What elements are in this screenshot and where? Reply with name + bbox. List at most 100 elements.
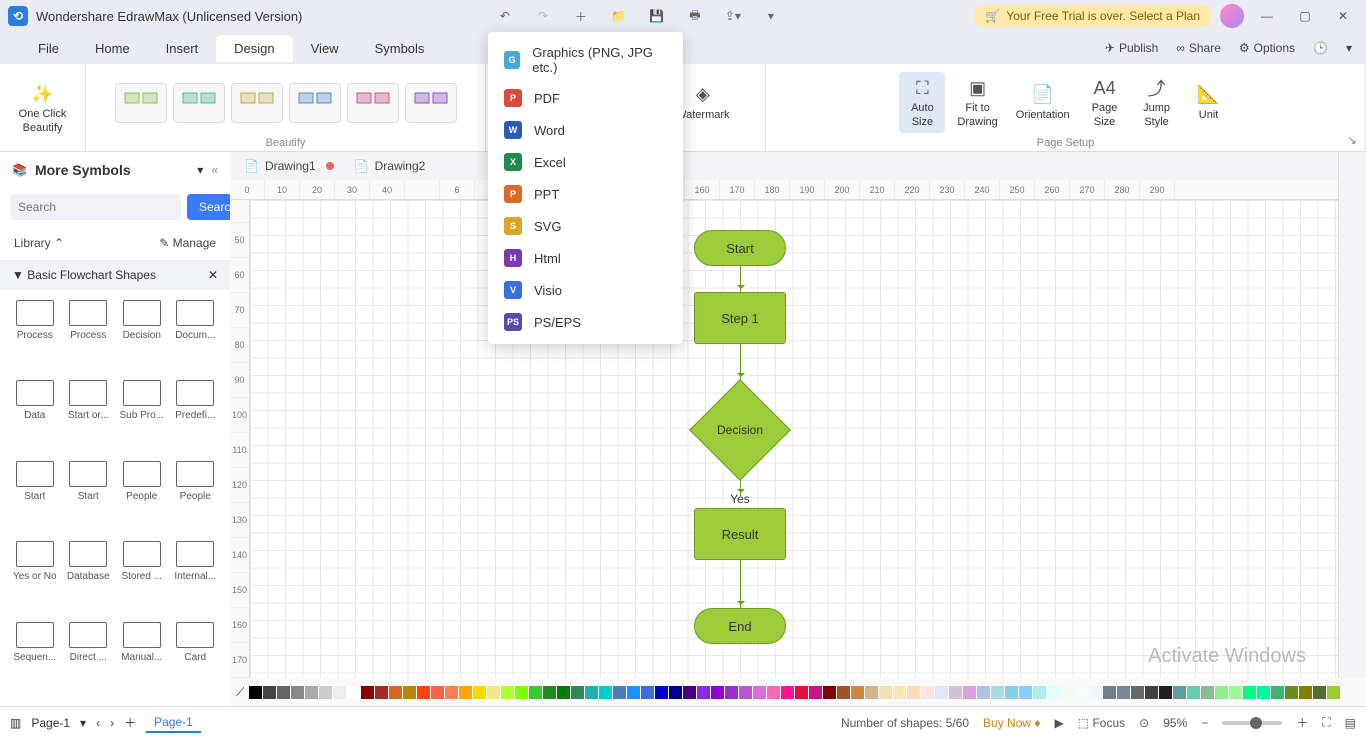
redo-icon[interactable]: ↷ [532,5,554,27]
color-swatch[interactable] [291,686,304,699]
color-swatch[interactable] [1145,686,1158,699]
color-swatch[interactable] [823,686,836,699]
theme-tile[interactable] [173,83,225,123]
color-swatch[interactable] [1075,686,1088,699]
end-node[interactable]: End [694,608,786,644]
pages-icon[interactable]: ▥ [10,716,21,730]
menu-file[interactable]: File [20,35,77,62]
chevron-down-icon[interactable]: ▾ [80,716,86,730]
shape-item[interactable]: Sub Pro... [117,380,167,454]
presentation-icon[interactable]: ▶ [1055,716,1064,730]
undo-icon[interactable]: ↶ [494,5,516,27]
color-swatch[interactable] [949,686,962,699]
color-swatch[interactable] [1117,686,1130,699]
color-swatch[interactable] [963,686,976,699]
color-swatch[interactable] [263,686,276,699]
color-swatch[interactable] [1019,686,1032,699]
sidebar-title[interactable]: More Symbols [35,162,189,178]
theme-tile[interactable] [289,83,341,123]
eyedropper-icon[interactable]: ⟋ [236,685,244,700]
library-link[interactable]: Library ⌃ [14,236,64,250]
prev-page-icon[interactable]: ‹ [96,716,100,730]
color-swatch[interactable] [921,686,934,699]
color-swatch[interactable] [571,686,584,699]
buy-now-link[interactable]: Buy Now ♦ [983,716,1041,730]
menu-symbols[interactable]: Symbols [357,35,443,62]
shape-item[interactable]: Process [64,300,114,374]
theme-tile[interactable] [405,83,457,123]
right-panel-collapsed[interactable] [1338,152,1366,678]
close-icon[interactable]: ✕ [1328,1,1358,31]
panel-toggle-icon[interactable]: ▤ [1345,716,1356,730]
color-swatch[interactable] [417,686,430,699]
color-swatch[interactable] [655,686,668,699]
shape-item[interactable]: Sequen... [10,622,60,696]
collapse-icon[interactable]: « [211,163,218,177]
color-swatch[interactable] [865,686,878,699]
shape-item[interactable]: Docum... [171,300,221,374]
color-swatch[interactable] [795,686,808,699]
page-size-button[interactable]: A4Page Size [1082,72,1128,132]
connector[interactable] [740,560,741,608]
color-swatch[interactable] [711,686,724,699]
shape-item[interactable]: Start or... [64,380,114,454]
color-swatch[interactable] [809,686,822,699]
export-item[interactable]: PPDF [488,82,683,114]
color-swatch[interactable] [893,686,906,699]
color-swatch[interactable] [1271,686,1284,699]
color-swatch[interactable] [543,686,556,699]
color-swatch[interactable] [459,686,472,699]
menu-view[interactable]: View [293,35,357,62]
menu-insert[interactable]: Insert [148,35,217,62]
color-swatch[interactable] [347,686,360,699]
color-swatch[interactable] [249,686,262,699]
export-item[interactable]: HHtml [488,242,683,274]
export-icon[interactable]: ⇪▾ [722,5,744,27]
dialog-launcher-icon[interactable]: ↘ [1347,133,1361,147]
color-swatch[interactable] [1047,686,1060,699]
color-swatch[interactable] [1327,686,1340,699]
decision-node[interactable]: Decision [690,380,790,480]
new-icon[interactable]: ＋ [570,5,592,27]
share-button[interactable]: ∞Share [1176,41,1221,55]
color-swatch[interactable] [1215,686,1228,699]
color-swatch[interactable] [277,686,290,699]
fit-drawing-button[interactable]: ▣Fit to Drawing [951,72,1003,132]
color-swatch[interactable] [473,686,486,699]
shape-item[interactable]: Start [64,461,114,535]
export-item[interactable]: GGraphics (PNG, JPG etc.) [488,38,683,82]
color-swatch[interactable] [991,686,1004,699]
zoom-out-icon[interactable]: − [1201,716,1208,730]
zoom-slider[interactable] [1222,721,1282,725]
color-swatch[interactable] [627,686,640,699]
shape-group-header[interactable]: ▼ Basic Flowchart Shapes ✕ [0,260,230,290]
shape-item[interactable]: People [117,461,167,535]
zoom-in-icon[interactable]: ＋ [1296,714,1308,731]
color-swatch[interactable] [837,686,850,699]
export-item[interactable]: VVisio [488,274,683,306]
more-icon[interactable]: ▾ [760,5,782,27]
step-node[interactable]: Step 1 [694,292,786,344]
canvas[interactable]: Start Step 1 Decision Yes Result End [250,200,1338,678]
result-node[interactable]: Result [694,508,786,560]
open-icon[interactable]: 📁 [608,5,630,27]
color-swatch[interactable] [781,686,794,699]
print-icon[interactable]: 🖶 [684,5,706,27]
shape-item[interactable]: Predefi... [171,380,221,454]
color-swatch[interactable] [375,686,388,699]
shape-item[interactable]: Direct ... [64,622,114,696]
page-tab[interactable]: Page-1 [146,713,201,733]
maximize-icon[interactable]: ▢ [1290,1,1320,31]
shape-item[interactable]: Internal... [171,541,221,615]
color-swatch[interactable] [1201,686,1214,699]
export-item[interactable]: SSVG [488,210,683,242]
options-button[interactable]: ⚙Options [1239,41,1295,55]
add-page-icon[interactable]: ＋ [124,714,136,731]
auto-size-button[interactable]: ⛶Auto Size [899,72,945,132]
notification-icon[interactable]: 🕒 [1313,41,1328,55]
color-swatch[interactable] [431,686,444,699]
jump-style-button[interactable]: ⤴Jump Style [1134,72,1180,132]
shape-item[interactable]: People [171,461,221,535]
unit-button[interactable]: 📐Unit [1186,79,1232,126]
shape-item[interactable]: Stored ... [117,541,167,615]
